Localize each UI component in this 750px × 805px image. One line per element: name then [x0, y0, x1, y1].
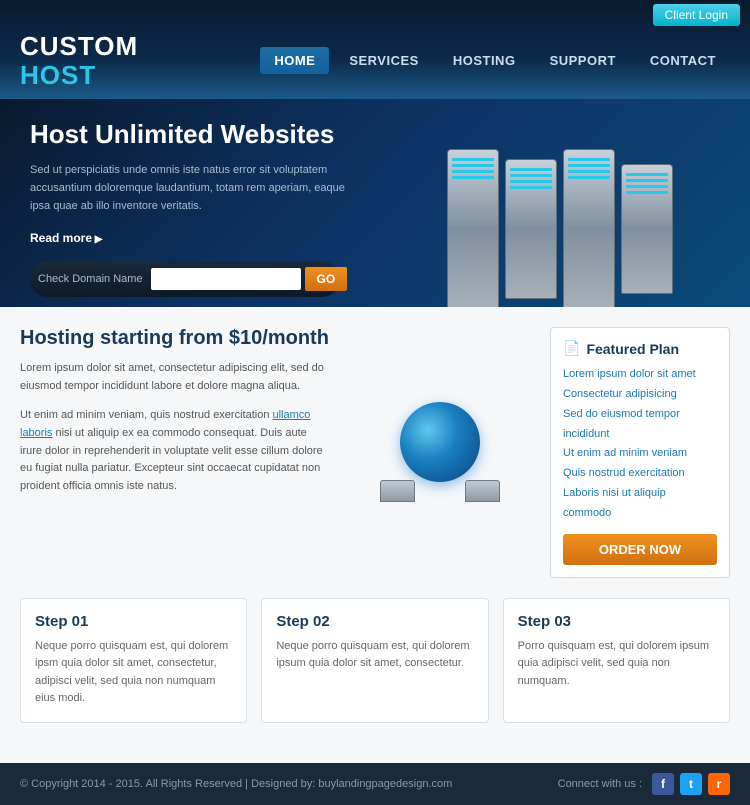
step-card-3: Step 03 Porro quisquam est, qui dolorem … [503, 598, 730, 723]
plan-item-5[interactable]: Quis nostrud exercitation [563, 464, 717, 484]
nav-hosting[interactable]: HOSTING [439, 47, 530, 74]
rss-icon[interactable]: r [708, 773, 730, 795]
logo-custom-text: Custom [20, 32, 180, 61]
steps-section: Step 01 Neque porro quisquam est, qui do… [20, 598, 730, 723]
twitter-icon[interactable]: t [680, 773, 702, 795]
server-tower-2 [505, 159, 557, 299]
footer-connect-label: Connect with us : [558, 778, 642, 790]
footer-copyright: © Copyright 2014 - 2015. All Rights Rese… [20, 778, 452, 790]
hero-text: Host Unlimited Websites Sed ut perspicia… [30, 119, 350, 247]
step-2-title: Step 02 [276, 613, 473, 630]
top-bar: Client Login [0, 0, 750, 26]
plan-item-3[interactable]: Sed do eiusmod tempor incididunt [563, 405, 717, 445]
hosting-globe-graphic [350, 327, 530, 577]
step-card-2: Step 02 Neque porro quisquam est, qui do… [261, 598, 488, 723]
hosting-link[interactable]: ullamco laboris [20, 409, 310, 439]
hero-title: Host Unlimited Websites [30, 119, 350, 150]
main-content: Hosting starting from $10/month Lorem ip… [0, 307, 750, 763]
server-tower-1 [447, 149, 499, 307]
laptop-right [465, 480, 500, 502]
hosting-left: Hosting starting from $10/month Lorem ip… [20, 327, 330, 577]
plan-item-6[interactable]: Laboris nisi ut aliquip commodo [563, 484, 717, 524]
read-more-link[interactable]: Read more [30, 231, 103, 245]
hero-description: Sed ut perspiciatis unde omnis iste natu… [30, 162, 350, 215]
logo-host-text: HOSt [20, 61, 180, 90]
order-now-button[interactable]: ORDER NOW [563, 534, 717, 565]
laptop-left [380, 480, 415, 502]
domain-go-button[interactable]: GO [305, 267, 348, 291]
featured-plan-items: Lorem ipsum dolor sit amet Consectetur a… [563, 365, 717, 523]
step-2-desc: Neque porro quisquam est, qui dolorem ip… [276, 638, 473, 673]
step-1-title: Step 01 [35, 613, 232, 630]
header: Client Login Custom HOSt HOME SERVICES H… [0, 0, 750, 99]
footer-social: Connect with us : f t r [558, 773, 730, 795]
plan-item-2[interactable]: Consectetur adipisicing [563, 385, 717, 405]
facebook-icon[interactable]: f [652, 773, 674, 795]
nav-contact[interactable]: CONTACT [636, 47, 730, 74]
hero-section: Host Unlimited Websites Sed ut perspicia… [0, 99, 750, 307]
nav-home[interactable]: HOME [260, 47, 329, 74]
step-3-desc: Porro quisquam est, qui dolorem ipsum qu… [518, 638, 715, 691]
logo: Custom HOSt [20, 32, 180, 89]
featured-plan-card: Featured Plan Lorem ipsum dolor sit amet… [550, 327, 730, 577]
hosting-desc1: Lorem ipsum dolor sit amet, consectetur … [20, 360, 330, 395]
nav-area: Custom HOSt HOME SERVICES HOSTING SUPPOR… [0, 26, 750, 99]
step-3-title: Step 03 [518, 613, 715, 630]
main-nav: HOME SERVICES HOSTING SUPPORT CONTACT [260, 47, 730, 74]
step-1-desc: Neque porro quisquam est, qui dolorem ip… [35, 638, 232, 708]
domain-label: Check Domain Name [38, 273, 143, 285]
domain-input[interactable] [151, 268, 301, 290]
footer: © Copyright 2014 - 2015. All Rights Rese… [0, 763, 750, 805]
hero-servers-graphic [380, 109, 740, 307]
featured-plan-title: Featured Plan [563, 340, 717, 357]
server-tower-3 [563, 149, 615, 307]
client-login-button[interactable]: Client Login [653, 4, 740, 26]
plan-item-1[interactable]: Lorem ipsum dolor sit amet [563, 365, 717, 385]
hosting-title: Hosting starting from $10/month [20, 327, 330, 350]
nav-support[interactable]: SUPPORT [536, 47, 630, 74]
nav-services[interactable]: SERVICES [335, 47, 433, 74]
step-card-1: Step 01 Neque porro quisquam est, qui do… [20, 598, 247, 723]
hosting-section: Hosting starting from $10/month Lorem ip… [20, 327, 730, 577]
globe-sphere [400, 402, 480, 482]
globe-visual [380, 392, 500, 512]
domain-search-bar: Check Domain Name GO [30, 261, 340, 297]
hosting-desc2: Ut enim ad minim veniam, quis nostrud ex… [20, 407, 330, 495]
plan-item-4[interactable]: Ut enim ad minim veniam [563, 444, 717, 464]
server-tower-4 [621, 164, 673, 294]
